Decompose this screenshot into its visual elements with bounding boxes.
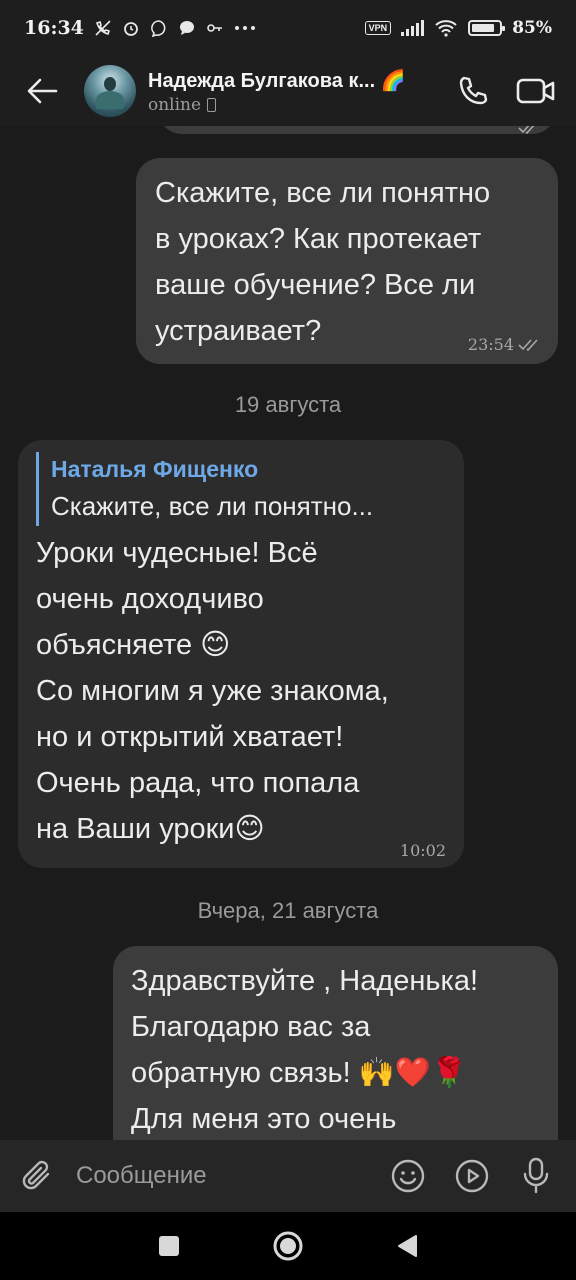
message-bubble-partial[interactable]: [158, 126, 556, 134]
battery-percent: 85%: [512, 18, 552, 38]
message-time-text: 10:02: [399, 841, 446, 860]
chat-title-text: Надежда Булгакова к...: [148, 69, 376, 92]
circle-icon: [273, 1231, 303, 1261]
call-button[interactable]: [450, 67, 498, 115]
signal-icon: [401, 20, 425, 36]
back-button[interactable]: [20, 69, 64, 113]
battery-fill: [472, 24, 495, 32]
alarm-icon: [124, 22, 138, 36]
voice-message-button[interactable]: [514, 1154, 558, 1198]
double-check-icon: [518, 338, 538, 351]
date-separator: Вчера, 21 августа: [197, 898, 379, 923]
no-call-icon: [95, 20, 111, 36]
emoji-button[interactable]: [386, 1154, 430, 1198]
chat-icon: [179, 21, 194, 35]
rainbow-emoji: 🌈: [380, 69, 406, 92]
viber-icon: [151, 20, 166, 37]
online-label: online: [148, 94, 202, 115]
avatar[interactable]: [84, 65, 136, 117]
system-nav-bar: [0, 1212, 576, 1280]
message-bubble-incoming[interactable]: Наталья Фищенко Скажите, все ли понятно.…: [18, 440, 464, 868]
reply-quote[interactable]: Наталья Фищенко Скажите, все ли понятно.…: [36, 452, 446, 526]
chat-title: Надежда Булгакова к... 🌈: [148, 68, 450, 93]
play-circle-icon: [455, 1159, 489, 1193]
smile-icon: [391, 1159, 425, 1193]
message-text: Здравствуйте , Наденька! Благодарю вас з…: [131, 965, 479, 1135]
double-check-icon: [518, 126, 535, 134]
message-composer: [0, 1140, 576, 1212]
status-right: VPN 85%: [364, 18, 552, 38]
composer-actions: [386, 1154, 558, 1198]
video-camera-icon: [516, 78, 555, 104]
message-text: Уроки чудесные! Всё очень доходчиво объя…: [36, 537, 389, 845]
chat-status: online: [148, 95, 450, 115]
wifi-icon: [435, 20, 457, 37]
phone-icon: [459, 76, 488, 105]
attach-button[interactable]: [20, 1154, 58, 1198]
chat-header: Надежда Булгакова к... 🌈 online: [0, 56, 576, 126]
square-icon: [159, 1236, 180, 1256]
home-button[interactable]: [264, 1222, 312, 1270]
paperclip-icon: [22, 1160, 50, 1190]
message-bubble-outgoing[interactable]: Скажите, все ли понятно в уроках? Как пр…: [136, 158, 558, 364]
more-dots-icon: [234, 26, 255, 30]
mobile-device-icon: [207, 97, 217, 112]
message-text: Скажите, все ли понятно в уроках? Как пр…: [155, 177, 491, 347]
vpn-badge: VPN: [364, 21, 392, 35]
chat-title-area[interactable]: Надежда Булгакова к... 🌈 online: [148, 68, 450, 115]
date-separator: 19 августа: [234, 392, 342, 417]
status-bar: 16:34 VPN 85%: [0, 0, 576, 56]
triangle-back-icon: [397, 1235, 417, 1257]
microphone-icon: [523, 1157, 549, 1194]
message-bubble-outgoing[interactable]: Здравствуйте , Наденька! Благодарю вас з…: [113, 946, 558, 1140]
key-icon: [207, 24, 222, 32]
message-time: 23:54: [468, 335, 540, 354]
video-message-button[interactable]: [450, 1154, 494, 1198]
status-left: 16:34: [24, 17, 256, 39]
message-list[interactable]: Скажите, все ли понятно в уроках? Как пр…: [0, 126, 576, 1140]
reply-snippet: Скажите, все ли понятно...: [51, 491, 374, 521]
arrow-left-icon: [27, 78, 58, 104]
message-time-text: 23:54: [467, 335, 514, 354]
video-call-button[interactable]: [512, 67, 560, 115]
back-nav-button[interactable]: [383, 1222, 431, 1270]
message-time: [518, 126, 538, 134]
recents-button[interactable]: [145, 1222, 193, 1270]
battery-icon: [468, 20, 506, 36]
message-input[interactable]: [76, 1154, 386, 1198]
message-time: 10:02: [400, 841, 446, 860]
reply-author: Наталья Фищенко: [51, 456, 259, 482]
status-time: 16:34: [24, 17, 84, 39]
